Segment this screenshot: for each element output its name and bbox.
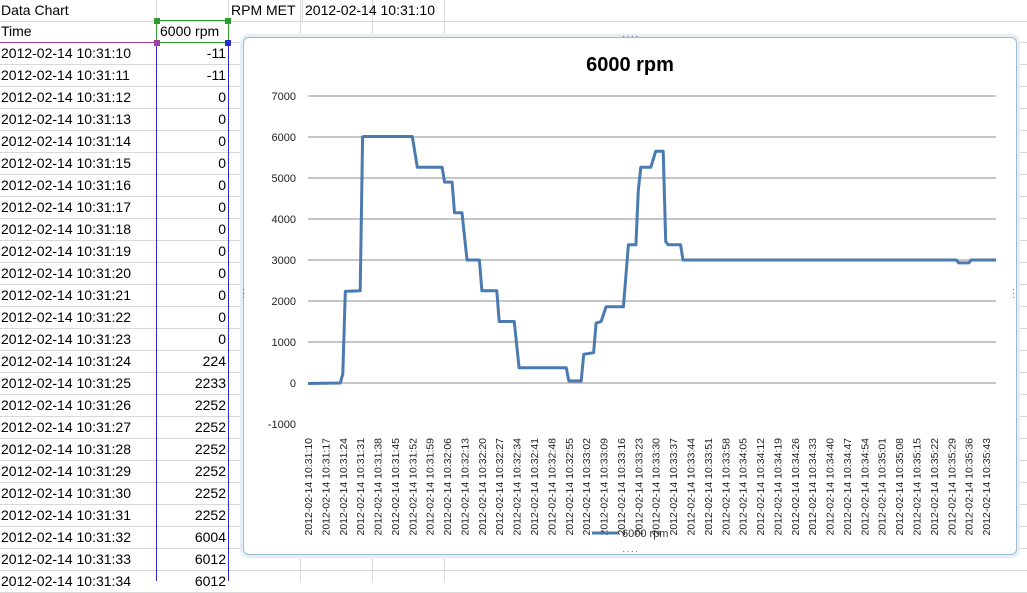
x-tick-label: 2012-02-14 10:31:10 [303,438,315,536]
x-tick-label: 2012-02-14 10:32:13 [459,438,471,536]
x-tick-label: 2012-02-14 10:32:48 [546,438,558,536]
cell-time[interactable]: 2012-02-14 10:31:18 [0,219,156,240]
x-tick-label: 2012-02-14 10:31:45 [390,438,402,536]
y-tick-label: 7000 [272,91,296,103]
legend-label: 6000 rpm [622,528,668,540]
x-tick-label: 2012-02-14 10:32:34 [512,438,524,536]
y-tick-label: 6000 [272,132,296,144]
cell-time[interactable]: 2012-02-14 10:31:22 [0,307,156,328]
cell-a1[interactable]: Data Chart [0,0,156,21]
y-tick-label: 2000 [272,296,296,308]
x-tick-label: 2012-02-14 10:31:24 [338,438,350,536]
cell-time[interactable]: 2012-02-14 10:31:10 [0,43,156,64]
cell-time[interactable]: 2012-02-14 10:31:12 [0,87,156,108]
cell-time[interactable]: 2012-02-14 10:31:29 [0,461,156,482]
x-tick-label: 2012-02-14 10:34:12 [755,438,767,536]
x-tick-label: 2012-02-14 10:35:22 [929,438,941,536]
data-range-selection [156,42,229,581]
cell-time-header[interactable]: Time [0,21,156,42]
y-tick-label: 4000 [272,214,296,226]
x-tick-label: 2012-02-14 10:34:54 [859,438,871,536]
x-tick-label: 2012-02-14 10:32:20 [477,438,489,536]
x-tick-label: 2012-02-14 10:35:29 [946,438,958,536]
x-tick-label: 2012-02-14 10:33:16 [616,438,628,536]
cell-time[interactable]: 2012-02-14 10:31:33 [0,549,156,570]
x-tick-label: 2012-02-14 10:34:19 [772,438,784,536]
x-tick-label: 2012-02-14 10:31:52 [407,438,419,536]
cell-time[interactable]: 2012-02-14 10:31:25 [0,373,156,394]
cell-time[interactable]: 2012-02-14 10:31:27 [0,417,156,438]
cell-time[interactable]: 2012-02-14 10:31:13 [0,109,156,130]
selection-handle[interactable] [154,18,160,24]
x-tick-label: 2012-02-14 10:33:09 [599,438,611,536]
x-tick-label: 2012-02-14 10:35:15 [912,438,924,536]
x-tick-label: 2012-02-14 10:34:33 [807,438,819,536]
chart-object[interactable]: ···· ···· · · · · · · 6000 rpm 7000 6000 5000 4… [242,32,1017,557]
y-tick-label: 1000 [272,337,296,349]
selection-range-border [0,42,157,43]
x-tick-label: 2012-02-14 10:32:06 [442,438,454,536]
x-tick-label: 2012-02-14 10:31:17 [320,438,332,536]
x-tick-label: 2012-02-14 10:33:30 [651,438,663,536]
cell-d1[interactable]: 2012-02-14 10:31:10 [302,0,435,21]
selection-handle[interactable] [154,40,160,46]
cell-time[interactable]: 2012-02-14 10:31:16 [0,175,156,196]
y-tick-label: 0 [290,378,296,390]
y-tick-label: -1000 [268,419,296,431]
x-tick-label: 2012-02-14 10:32:27 [494,438,506,536]
cell-time[interactable]: 2012-02-14 10:31:14 [0,131,156,152]
cell-time[interactable]: 2012-02-14 10:31:34 [0,571,156,592]
x-tick-label: 2012-02-14 10:35:08 [894,438,906,536]
line-chart: 6000 rpm 7000 6000 5000 4000 3000 2000 1000 0 -1… [268,54,996,540]
cell-time[interactable]: 2012-02-14 10:31:17 [0,197,156,218]
chart-title: 6000 rpm [586,54,674,76]
cell-time[interactable]: 2012-02-14 10:31:11 [0,65,156,86]
cell-time[interactable]: 2012-02-14 10:31:28 [0,439,156,460]
x-tick-label: 2012-02-14 10:32:55 [564,438,576,536]
x-tick-label: 2012-02-14 10:34:40 [825,438,837,536]
x-tick-label: 2012-02-14 10:35:43 [981,438,993,536]
selection-handle[interactable] [225,18,231,24]
sheet-row: 2012-02-14 10:31:34 6012 [0,571,1027,593]
y-tick-label: 5000 [272,173,296,185]
x-tick-label: 2012-02-14 10:33:44 [685,438,697,536]
cell-time[interactable]: 2012-02-14 10:31:23 [0,329,156,350]
selection-handle[interactable] [225,40,231,46]
x-tick-label: 2012-02-14 10:32:41 [529,438,541,536]
cell-time[interactable]: 2012-02-14 10:31:24 [0,351,156,372]
x-tick-label: 2012-02-14 10:33:51 [703,438,715,536]
x-tick-label: 2012-02-14 10:31:31 [355,438,367,536]
cell-time[interactable]: 2012-02-14 10:31:20 [0,263,156,284]
x-tick-label: 2012-02-14 10:34:05 [738,438,750,536]
x-tick-label: 2012-02-14 10:35:01 [877,438,889,536]
cell-time[interactable]: 2012-02-14 10:31:30 [0,483,156,504]
cell-time[interactable]: 2012-02-14 10:31:21 [0,285,156,306]
x-tick-label: 2012-02-14 10:33:23 [633,438,645,536]
x-tick-label: 2012-02-14 10:33:37 [668,438,680,536]
x-tick-label: 2012-02-14 10:34:26 [790,438,802,536]
x-tick-label: 2012-02-14 10:31:38 [373,438,385,536]
cell-time[interactable]: 2012-02-14 10:31:19 [0,241,156,262]
cell-time[interactable]: 2012-02-14 10:31:15 [0,153,156,174]
cell-time[interactable]: 2012-02-14 10:31:31 [0,505,156,526]
header-selection-border [156,20,229,43]
cell-c1[interactable]: RPM MET [230,0,296,21]
cell-time[interactable]: 2012-02-14 10:31:32 [0,527,156,548]
y-tick-label: 3000 [272,255,296,267]
x-tick-label: 2012-02-14 10:33:02 [581,438,593,536]
x-tick-label: 2012-02-14 10:35:36 [964,438,976,536]
x-tick-label: 2012-02-14 10:31:59 [425,438,437,536]
cell-time[interactable]: 2012-02-14 10:31:26 [0,395,156,416]
x-tick-label: 2012-02-14 10:34:47 [842,438,854,536]
x-tick-label: 2012-02-14 10:33:58 [720,438,732,536]
